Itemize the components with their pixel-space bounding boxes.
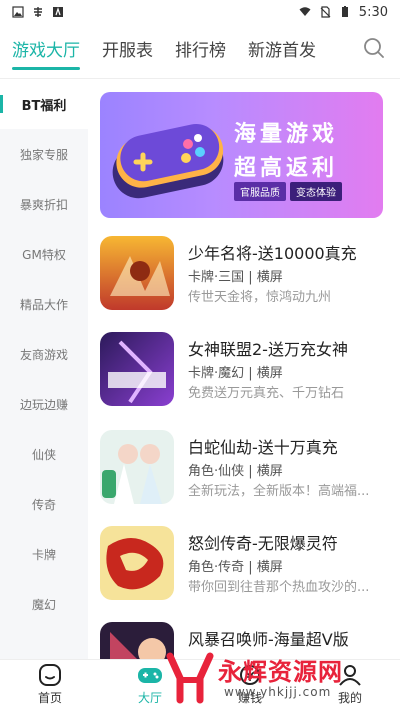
game-icon-thumbnail <box>100 526 174 600</box>
sidebar-item-fantasy[interactable]: 魔幻 <box>0 579 88 629</box>
sidebar-item-xianxia[interactable]: 仙侠 <box>0 429 88 479</box>
game-list-item[interactable]: 风暴召唤师-海量超V版 <box>100 622 390 659</box>
game-icon-thumbnail <box>100 236 174 310</box>
game-title: 少年名将-送10000真充 <box>188 244 357 263</box>
game-description: 全新玩法，全新版本！高端福... <box>188 484 370 499</box>
game-description: 传世天金将，惊鸿动九州 <box>188 290 332 305</box>
tab-server-list[interactable]: 开服表 <box>102 36 153 61</box>
nav-earn-label: 赚钱 <box>237 691 262 705</box>
game-art-icon <box>100 332 174 406</box>
banner-tag: 官服品质 <box>234 182 286 201</box>
sidebar-item-premium[interactable]: 精品大作 <box>0 279 88 329</box>
game-tags: 角色·仙侠 | 横屏 <box>188 464 283 479</box>
game-title: 风暴召唤师-海量超V版 <box>188 630 349 649</box>
sidebar-item-play-to-earn[interactable]: 边玩边赚 <box>0 379 88 429</box>
top-tab-bar: 游戏大厅 开服表 排行榜 新游首发 <box>0 28 400 70</box>
promo-banner[interactable]: 海量游戏 超高返利 官服品质 变态体验 <box>100 92 383 218</box>
wifi-icon <box>299 7 311 16</box>
sidebar-item-bt-welfare[interactable]: BT福利 <box>0 79 88 129</box>
font-icon <box>53 7 63 17</box>
game-icon-thumbnail <box>100 622 174 659</box>
game-art-icon <box>100 622 174 659</box>
nav-hall-label: 大厅 <box>137 691 162 705</box>
game-list-item[interactable]: 少年名将-送10000真充 卡牌·三国 | 横屏 传世天金将，惊鸿动九州 <box>100 236 390 316</box>
app-notification-icon <box>34 7 42 17</box>
game-list-item[interactable]: 怒剑传奇-无限爆灵符 角色·传奇 | 横屏 带你回到往昔那个热血攻沙的... <box>100 526 390 606</box>
game-list-item[interactable]: 女神联盟2-送万充女神 卡牌·魔幻 | 横屏 免费送万元真充、千万钻石 <box>100 332 390 412</box>
game-description: 免费送万元真充、千万钻石 <box>188 386 345 401</box>
sidebar-item-gm-privilege[interactable]: GM特权 <box>0 229 88 279</box>
no-sim-icon <box>320 6 331 18</box>
game-list-panel: 海量游戏 超高返利 官服品质 变态体验 少年名将-送10000真充 卡牌·三国 … <box>88 79 400 659</box>
nav-mine-label: 我的 <box>337 691 362 705</box>
tab-ranking[interactable]: 排行榜 <box>175 36 226 61</box>
sidebar-item-legend[interactable]: 传奇 <box>0 479 88 529</box>
game-title: 女神联盟2-送万充女神 <box>188 340 348 359</box>
coin-icon <box>240 665 260 685</box>
game-title: 怒剑传奇-无限爆灵符 <box>188 534 338 553</box>
nav-home-label: 首页 <box>37 691 62 705</box>
banner-subtitle: 超高返利 <box>234 156 339 181</box>
game-tags: 卡牌·魔幻 | 横屏 <box>188 366 283 381</box>
sidebar-item-exclusive-server[interactable]: 独家专服 <box>0 129 88 179</box>
game-title: 白蛇仙劫-送十万真充 <box>188 438 338 457</box>
game-art-icon <box>100 430 174 504</box>
nav-hall[interactable]: 大厅 <box>100 660 200 711</box>
banner-title: 海量游戏 <box>234 122 339 147</box>
sidebar-item-card[interactable]: 卡牌 <box>0 529 88 579</box>
game-description: 带你回到往昔那个热血攻沙的... <box>188 580 370 595</box>
nav-home[interactable]: 首页 <box>0 660 100 711</box>
sidebar-item-partner-games[interactable]: 友商游戏 <box>0 329 88 379</box>
game-icon-thumbnail <box>100 332 174 406</box>
category-sidebar: BT福利 独家专服 暴爽折扣 GM特权 精品大作 友商游戏 边玩边赚 仙侠 传奇… <box>0 79 88 659</box>
banner-tags: 官服品质 变态体验 <box>234 182 346 201</box>
home-icon <box>39 664 61 686</box>
nav-mine[interactable]: 我的 <box>300 660 400 711</box>
game-art-icon <box>100 236 174 310</box>
status-right: 5:30 <box>299 5 388 20</box>
status-time: 5:30 <box>358 4 388 20</box>
banner-tag: 变态体验 <box>290 182 342 201</box>
nav-earn[interactable]: 赚钱 <box>200 660 300 711</box>
user-icon <box>339 665 361 686</box>
game-tags: 角色·传奇 | 横屏 <box>188 560 283 575</box>
gamepad-illustration-icon <box>112 123 224 199</box>
bottom-navigation: 首页 大厅 赚钱 我的 <box>0 659 400 711</box>
game-tags: 卡牌·三国 | 横屏 <box>188 270 283 285</box>
gallery-icon <box>12 6 24 18</box>
sidebar-item-discount[interactable]: 暴爽折扣 <box>0 179 88 229</box>
status-left <box>12 6 64 18</box>
gamepad-icon <box>138 668 162 683</box>
game-art-icon <box>100 526 174 600</box>
tab-game-hall[interactable]: 游戏大厅 <box>12 36 80 70</box>
search-icon[interactable] <box>362 36 386 60</box>
game-list-item[interactable]: 白蛇仙劫-送十万真充 角色·仙侠 | 横屏 全新玩法，全新版本！高端福... <box>100 430 390 510</box>
battery-icon <box>341 6 348 17</box>
game-icon-thumbnail <box>100 430 174 504</box>
status-bar: 5:30 <box>0 0 400 24</box>
tab-new-games[interactable]: 新游首发 <box>248 36 316 61</box>
